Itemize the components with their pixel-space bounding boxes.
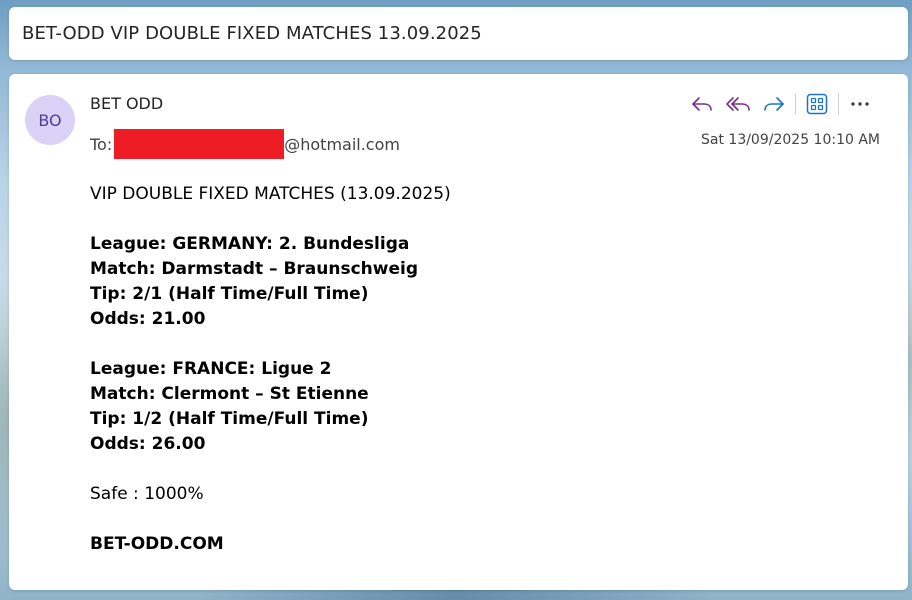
toolbar-divider — [838, 93, 839, 115]
reply-icon — [692, 97, 712, 111]
match-tip: Tip: 2/1 (Half Time/Full Time) — [90, 284, 369, 304]
recipient-domain[interactable]: @hotmail.com — [284, 135, 400, 154]
avatar[interactable]: BO — [25, 95, 75, 145]
to-label: To: — [90, 134, 113, 154]
match-league: League: FRANCE: Ligue 2 — [90, 359, 332, 379]
more-icon — [851, 102, 869, 106]
sender-name[interactable]: BET ODD — [90, 94, 163, 113]
email-date: Sat 13/09/2025 10:10 AM — [701, 132, 880, 148]
email-body: VIP DOUBLE FIXED MATCHES (13.09.2025) Le… — [90, 182, 451, 557]
redacted-recipient — [114, 129, 285, 159]
reply-all-icon — [726, 97, 750, 111]
forward-icon — [764, 97, 784, 111]
message-toolbar — [684, 90, 878, 118]
more-actions-button[interactable] — [842, 90, 878, 118]
safe-text: Safe : 1000% — [90, 484, 204, 504]
reply-all-button[interactable] — [720, 90, 756, 118]
match-odds: Odds: 21.00 — [90, 309, 206, 329]
apps-icon — [806, 93, 828, 115]
avatar-initials: BO — [38, 110, 62, 130]
forward-button[interactable] — [756, 90, 792, 118]
body-intro: VIP DOUBLE FIXED MATCHES (13.09.2025) — [90, 184, 451, 204]
match-teams: Match: Darmstadt – Braunschweig — [90, 259, 418, 279]
email-subject: BET-ODD VIP DOUBLE FIXED MATCHES 13.09.2… — [22, 23, 482, 44]
match-tip: Tip: 1/2 (Half Time/Full Time) — [90, 409, 369, 429]
apps-button[interactable] — [799, 90, 835, 118]
email-reading-pane: BO BET ODD To: @hotmail.com Sat 13/09/20… — [9, 74, 908, 590]
toolbar-divider — [795, 93, 796, 115]
footer-site: BET-ODD.COM — [90, 534, 224, 554]
match-odds: Odds: 26.00 — [90, 434, 206, 454]
reply-button[interactable] — [684, 90, 720, 118]
subject-bar: BET-ODD VIP DOUBLE FIXED MATCHES 13.09.2… — [9, 7, 908, 60]
match-teams: Match: Clermont – St Etienne — [90, 384, 369, 404]
match-league: League: GERMANY: 2. Bundesliga — [90, 234, 410, 254]
recipient-line: To: @hotmail.com — [90, 129, 400, 159]
